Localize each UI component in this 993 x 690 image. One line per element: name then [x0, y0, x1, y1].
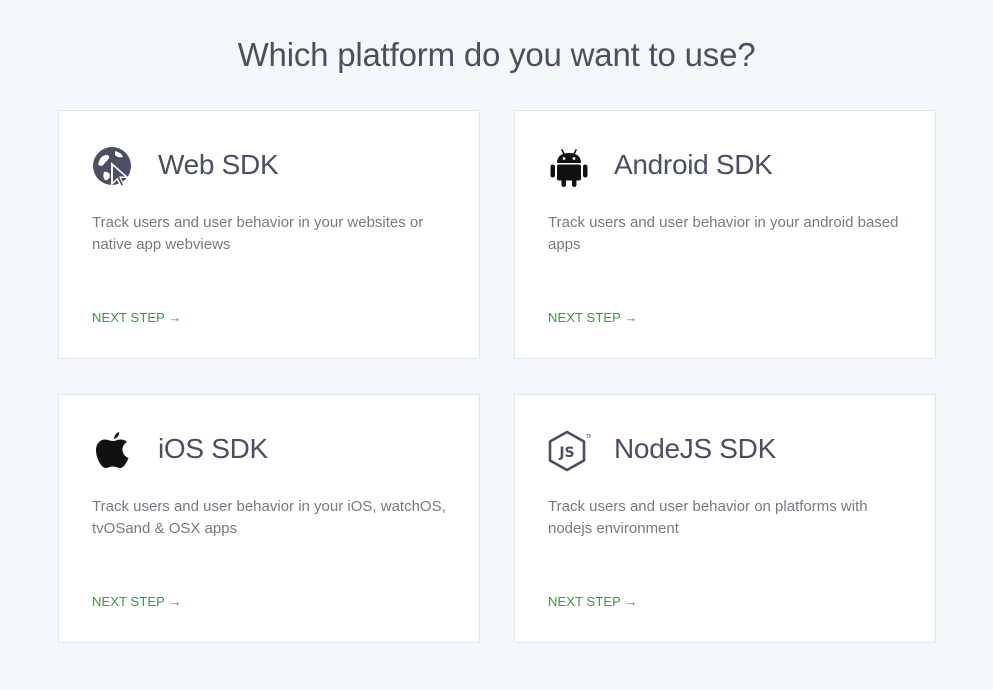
card-title: Android SDK: [614, 149, 773, 180]
platform-card-android[interactable]: Android SDK Track users and user behavio…: [514, 110, 936, 359]
page-title: Which platform do you want to use?: [237, 36, 756, 73]
card-description: Track users and user behavior on platfor…: [548, 498, 868, 537]
card-description: Track users and user behavior in your iO…: [92, 498, 446, 537]
card-description: Track users and user behavior in your we…: [92, 214, 424, 253]
next-step-link[interactable]: NEXT STEP →: [92, 310, 181, 325]
card-title: iOS SDK: [158, 433, 268, 464]
nodejs-icon: JS TM: [547, 429, 591, 473]
apple-icon: [91, 429, 135, 473]
card-title: Web SDK: [158, 149, 279, 180]
next-step-link[interactable]: NEXT STEP →: [92, 594, 181, 609]
svg-text:TM: TM: [585, 434, 591, 440]
card-description: Track users and user behavior in your an…: [548, 214, 899, 253]
next-step-link[interactable]: NEXT STEP →: [548, 310, 637, 325]
next-step-link[interactable]: NEXT STEP →: [548, 594, 637, 609]
platform-card-ios[interactable]: iOS SDK Track users and user behavior in…: [58, 394, 480, 643]
web-cursor-icon: [91, 145, 135, 189]
svg-text:JS: JS: [558, 445, 574, 461]
android-icon: [547, 145, 591, 189]
platform-card-web[interactable]: Web SDK Track users and user behavior in…: [58, 110, 480, 359]
platform-card-nodejs[interactable]: JS TM NodeJS SDK Track users and user be…: [514, 394, 936, 643]
card-title: NodeJS SDK: [614, 433, 776, 464]
